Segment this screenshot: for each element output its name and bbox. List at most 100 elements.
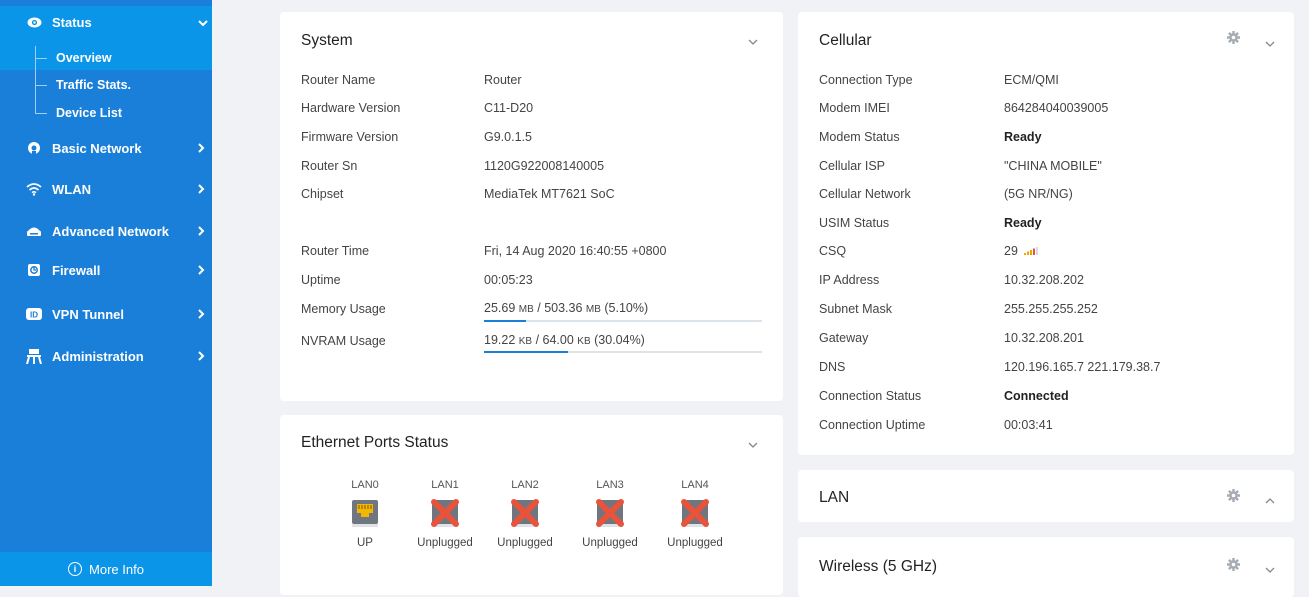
signal-strength-icon [1024, 247, 1039, 255]
chevron-down-icon [748, 442, 758, 448]
csq-value: 29 [1004, 244, 1018, 258]
memory-unit: MB [518, 304, 534, 315]
tree-tick [35, 58, 47, 59]
hardware-version-label: Hardware Version [301, 101, 401, 115]
dns-label: DNS [819, 360, 846, 374]
chevron-right-icon [198, 141, 205, 156]
usim-status-value: Ready [1004, 216, 1042, 230]
vpn-icon: ID [26, 306, 42, 322]
modem-status-value: Ready [1004, 130, 1042, 144]
uptime-label: Uptime [301, 273, 341, 287]
cellular-card: Cellular Connection Type ECM/QMI Modem I… [798, 12, 1294, 455]
uptime-value: 00:05:23 [484, 273, 533, 287]
sidebar-item-label: WLAN [52, 181, 91, 197]
nvram-unit: KB [518, 336, 533, 347]
collapse-toggle[interactable] [1265, 493, 1275, 507]
ethernet-unplugged-icon [593, 497, 627, 529]
port-state: Unplugged [417, 537, 473, 549]
sidebar: Status Overview Traffic Stats. Device Li… [0, 0, 212, 586]
collapse-toggle[interactable] [748, 34, 758, 48]
chevron-down-icon [198, 15, 208, 30]
sidebar-subitem-traffic-stats[interactable]: Traffic Stats. [56, 78, 131, 92]
ethernet-unplugged-icon [428, 497, 462, 529]
chevron-right-icon [198, 224, 205, 239]
system-card-title: System [301, 32, 353, 49]
memory-total: 503.36 [544, 301, 583, 315]
chipset-value: MediaTek MT7621 SoC [484, 187, 615, 201]
port-name: LAN0 [351, 479, 379, 491]
port-state: Unplugged [497, 537, 553, 549]
ethernet-card: Ethernet Ports Status LAN0 UP LAN1 Unplu… [280, 415, 783, 595]
chevron-right-icon [198, 263, 205, 278]
sidebar-item-basic-network[interactable]: Basic Network [0, 128, 212, 168]
sidebar-item-label: Administration [52, 348, 144, 364]
ethernet-port: LAN3 Unplugged [580, 479, 640, 549]
csq-label: CSQ [819, 244, 847, 258]
more-info-button[interactable]: i More Info [0, 552, 212, 586]
modem-imei-value: 864284040039005 [1004, 101, 1109, 115]
port-name: LAN4 [681, 479, 709, 491]
sidebar-subitem-device-list[interactable]: Device List [56, 106, 122, 120]
sidebar-item-firewall[interactable]: Firewall [0, 250, 212, 290]
nvram-percent: (30.04%) [594, 333, 645, 347]
sidebar-item-vpn-tunnel[interactable]: ID VPN Tunnel [0, 294, 212, 334]
nvram-unit: KB [577, 336, 591, 347]
cellular-isp-label: Cellular ISP [819, 159, 885, 173]
collapse-toggle[interactable] [1265, 562, 1275, 576]
sidebar-item-label: VPN Tunnel [52, 306, 124, 322]
memory-used: 25.69 [484, 301, 516, 315]
sidebar-item-status[interactable]: Status [0, 2, 212, 42]
collapse-toggle[interactable] [1265, 36, 1275, 50]
router-time-label: Router Time [301, 244, 370, 258]
svg-text:ID: ID [30, 311, 38, 320]
modem-status-label: Modem Status [819, 130, 900, 144]
settings-button[interactable] [1227, 489, 1240, 505]
settings-button[interactable] [1227, 31, 1240, 47]
router-name-value: Router [484, 73, 522, 87]
sidebar-item-administration[interactable]: Administration [0, 336, 212, 376]
ethernet-unplugged-icon [508, 497, 542, 529]
connection-type-label: Connection Type [819, 73, 913, 87]
ethernet-port: LAN4 Unplugged [665, 479, 725, 549]
port-name: LAN2 [511, 479, 539, 491]
nvram-usage-bar-fill [484, 351, 568, 353]
chevron-up-icon [1265, 498, 1275, 504]
firmware-version-label: Firmware Version [301, 130, 399, 144]
gear-icon [1227, 558, 1240, 571]
settings-button[interactable] [1227, 558, 1240, 574]
cellular-network-value: (5G NR/NG) [1004, 187, 1073, 201]
connection-status-label: Connection Status [819, 389, 922, 403]
cellular-network-label: Cellular Network [819, 187, 911, 201]
sidebar-subitem-overview[interactable]: Overview [56, 51, 112, 65]
nvram-usage-label: NVRAM Usage [301, 334, 386, 348]
sidebar-item-wlan[interactable]: WLAN [0, 169, 212, 209]
tree-line [35, 46, 36, 114]
ip-address-label: IP Address [819, 273, 880, 287]
port-state: UP [357, 537, 373, 549]
hardware-version-value: C11-D20 [484, 101, 534, 115]
ip-address-value: 10.32.208.202 [1004, 273, 1084, 287]
dns-value: 120.196.165.7 221.179.38.7 [1004, 360, 1161, 374]
sidebar-item-advanced-network[interactable]: Advanced Network [0, 211, 212, 251]
memory-usage-bar [484, 320, 762, 322]
router-name-label: Router Name [301, 73, 376, 87]
admin-icon [26, 348, 42, 364]
chevron-down-icon [1265, 41, 1275, 47]
memory-usage-label: Memory Usage [301, 302, 386, 316]
port-state: Unplugged [582, 537, 638, 549]
nvram-used: 19.22 [484, 333, 516, 347]
info-icon: i [68, 562, 83, 576]
gateway-label: Gateway [819, 331, 869, 345]
port-name: LAN1 [431, 479, 459, 491]
wireless-card-title: Wireless (5 GHz) [819, 558, 937, 575]
chevron-right-icon [198, 182, 205, 197]
memory-usage-value: 25.69 MB / 503.36 MB (5.10%) [484, 301, 649, 315]
collapse-toggle[interactable] [748, 437, 758, 451]
ethernet-unplugged-icon [678, 497, 712, 529]
port-name: LAN3 [596, 479, 624, 491]
cellular-isp-value: "CHINA MOBILE" [1004, 159, 1102, 173]
router-sn-value: 1120G922008140005 [484, 159, 605, 173]
connection-uptime-value: 00:03:41 [1004, 418, 1053, 432]
usim-status-label: USIM Status [819, 216, 890, 230]
nvram-total: 64.00 [542, 333, 574, 347]
